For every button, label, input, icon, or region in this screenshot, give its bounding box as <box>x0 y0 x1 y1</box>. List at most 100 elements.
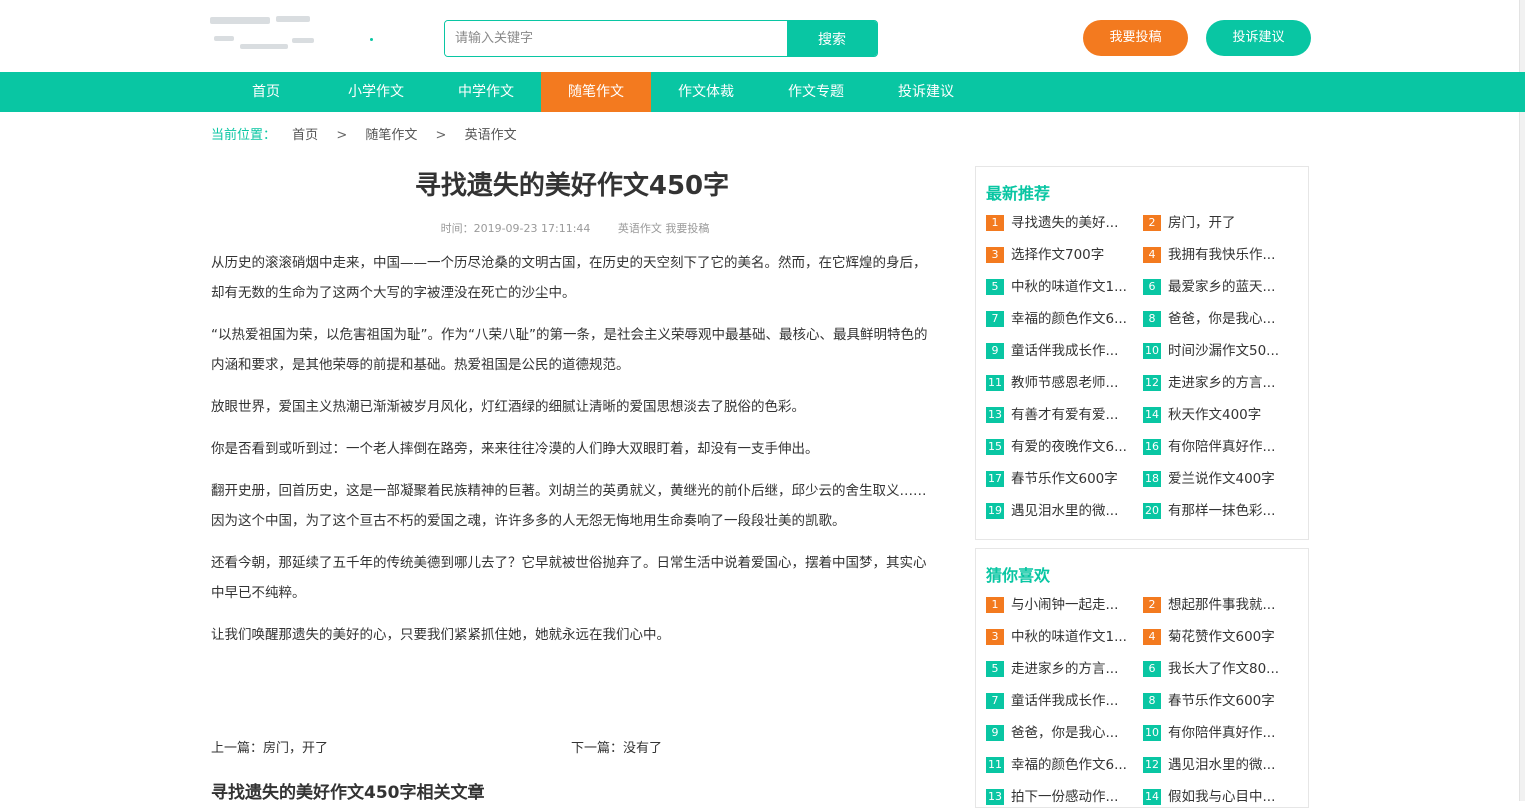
rank-badge: 20 <box>1143 503 1161 519</box>
breadcrumb: 当前位置： 首页 > 随笔作文 > 英语作文 <box>211 124 517 143</box>
breadcrumb-label: 当前位置： <box>211 128 277 143</box>
list-item[interactable]: 6 我长大了作文80... <box>1143 657 1295 679</box>
complaint-button[interactable]: 投诉建议 <box>1206 20 1311 56</box>
search-button[interactable]: 搜索 <box>787 21 877 56</box>
list-item[interactable]: 9 爸爸，你是我心... <box>986 721 1138 743</box>
rank-badge: 4 <box>1143 247 1161 263</box>
site-header: 搜索 我要投稿 投诉建议 <box>0 0 1525 72</box>
list-item[interactable]: 5 中秋的味道作文1... <box>986 275 1138 297</box>
list-item[interactable]: 14 秋天作文400字 <box>1143 403 1295 425</box>
submit-article-button[interactable]: 我要投稿 <box>1083 20 1188 56</box>
item-title: 遇见泪水里的微... <box>1168 757 1276 773</box>
site-logo[interactable] <box>210 14 390 62</box>
breadcrumb-separator: > <box>336 128 348 143</box>
list-item[interactable]: 4 我拥有我快乐作... <box>1143 243 1295 265</box>
list-item[interactable]: 7 幸福的颜色作文6... <box>986 307 1138 329</box>
rank-badge: 2 <box>1143 597 1161 613</box>
latest-recommendations: 最新推荐 1 寻找遗失的美好... 2 房门，开了 3 选择作文700字 4 我拥有我快… <box>975 166 1309 540</box>
rank-badge: 5 <box>986 661 1004 677</box>
rank-badge: 11 <box>986 757 1004 773</box>
article-paragraph: 你是否看到或听到过：一个老人摔倒在路旁，来来往往冷漠的人们睁大双眼盯着，却没有一… <box>211 441 819 457</box>
list-item[interactable]: 10 时间沙漏作文50... <box>1143 339 1295 361</box>
item-title: 我长大了作文80... <box>1168 661 1280 677</box>
list-item[interactable]: 20 有那样一抹色彩... <box>1143 499 1295 521</box>
list-item[interactable]: 1 寻找遗失的美好... <box>986 211 1138 233</box>
nav-topics[interactable]: 作文专题 <box>761 72 871 112</box>
list-item[interactable]: 17 春节乐作文600字 <box>986 467 1138 489</box>
breadcrumb-essays[interactable]: 随笔作文 <box>365 128 417 143</box>
list-item[interactable]: 16 有你陪伴真好作... <box>1143 435 1295 457</box>
rank-badge: 14 <box>1143 407 1161 423</box>
list-item[interactable]: 5 走进家乡的方言... <box>986 657 1138 679</box>
rank-badge: 6 <box>1143 661 1161 677</box>
latest-title: 最新推荐 <box>986 184 1051 203</box>
list-item[interactable]: 9 童话伴我成长作... <box>986 339 1138 361</box>
rank-badge: 3 <box>986 629 1004 645</box>
item-title: 时间沙漏作文50... <box>1168 343 1280 359</box>
list-item[interactable]: 14 假如我与心目中... <box>1143 785 1295 807</box>
main-nav: 首页 小学作文 中学作文 随笔作文 作文体裁 作文专题 投诉建议 <box>0 72 1525 112</box>
item-title: 走进家乡的方言... <box>1011 661 1119 677</box>
list-item[interactable]: 1 与小闹钟一起走... <box>986 593 1138 615</box>
list-item[interactable]: 12 走进家乡的方言... <box>1143 371 1295 393</box>
list-item[interactable]: 6 最爱家乡的蓝天... <box>1143 275 1295 297</box>
item-title: 我拥有我快乐作... <box>1168 247 1276 263</box>
nav-genres[interactable]: 作文体裁 <box>651 72 761 112</box>
item-title: 最爱家乡的蓝天... <box>1168 279 1276 295</box>
item-title: 选择作文700字 <box>1011 247 1105 263</box>
rank-badge: 14 <box>1143 789 1161 805</box>
list-item[interactable]: 4 菊花赞作文600字 <box>1143 625 1295 647</box>
list-item[interactable]: 11 幸福的颜色作文6... <box>986 753 1138 775</box>
article-meta: 时间：2019-09-23 17:11:44 英语作文 我要投稿 <box>211 220 933 236</box>
list-item[interactable]: 7 童话伴我成长作... <box>986 689 1138 711</box>
list-item[interactable]: 15 有爱的夜晚作文6... <box>986 435 1138 457</box>
rank-badge: 12 <box>1143 757 1161 773</box>
nav-essays[interactable]: 随笔作文 <box>541 72 651 112</box>
rank-badge: 8 <box>1143 311 1161 327</box>
item-title: 春节乐作文600字 <box>1011 471 1118 487</box>
list-item[interactable]: 8 爸爸，你是我心... <box>1143 307 1295 329</box>
nav-primary-school[interactable]: 小学作文 <box>321 72 431 112</box>
nav-complaints[interactable]: 投诉建议 <box>871 72 981 112</box>
article-category-link[interactable]: 英语作文 <box>618 222 662 235</box>
article: 寻找遗失的美好作文450字 时间：2019-09-23 17:11:44 英语作… <box>211 160 933 662</box>
rank-badge: 10 <box>1143 725 1161 741</box>
list-item[interactable]: 18 爱兰说作文400字 <box>1143 467 1295 489</box>
list-item[interactable]: 2 房门，开了 <box>1143 211 1295 233</box>
guess-you-like: 猜你喜欢 1 与小闹钟一起走... 2 想起那件事我就... 3 中秋的味道作文1..… <box>975 548 1309 808</box>
list-item[interactable]: 8 春节乐作文600字 <box>1143 689 1295 711</box>
article-paragraph: 翻开史册，回首历史，这是一部凝聚着民族精神的巨著。刘胡兰的英勇就义，黄继光的前仆… <box>211 483 927 529</box>
rank-badge: 5 <box>986 279 1004 295</box>
rank-badge: 10 <box>1143 343 1161 359</box>
list-item[interactable]: 13 拍下一份感动作... <box>986 785 1138 807</box>
article-submit-link[interactable]: 我要投稿 <box>665 222 709 235</box>
item-title: 想起那件事我就... <box>1168 597 1276 613</box>
next-article-link[interactable]: 下一篇：没有了 <box>571 737 662 756</box>
breadcrumb-english[interactable]: 英语作文 <box>465 128 517 143</box>
rank-badge: 2 <box>1143 215 1161 231</box>
breadcrumb-home[interactable]: 首页 <box>292 128 318 143</box>
list-item[interactable]: 3 中秋的味道作文1... <box>986 625 1138 647</box>
list-item[interactable]: 3 选择作文700字 <box>986 243 1138 265</box>
item-title: 爸爸，你是我心... <box>1011 725 1119 741</box>
list-item[interactable]: 2 想起那件事我就... <box>1143 593 1295 615</box>
nav-middle-school[interactable]: 中学作文 <box>431 72 541 112</box>
article-paragraph: 从历史的滚滚硝烟中走来，中国——一个历尽沧桑的文明古国，在历史的天空刻下了它的美… <box>211 255 927 301</box>
guess-title: 猜你喜欢 <box>986 566 1051 585</box>
list-item[interactable]: 12 遇见泪水里的微... <box>1143 753 1295 775</box>
search-input[interactable] <box>445 21 789 56</box>
rank-badge: 7 <box>986 693 1004 709</box>
list-item[interactable]: 13 有善才有爱有爱... <box>986 403 1138 425</box>
list-item[interactable]: 19 遇见泪水里的微... <box>986 499 1138 521</box>
nav-home[interactable]: 首页 <box>211 72 321 112</box>
item-title: 有爱的夜晚作文6... <box>1011 439 1127 455</box>
breadcrumb-separator: > <box>435 128 447 143</box>
list-item[interactable]: 11 教师节感恩老师... <box>986 371 1138 393</box>
list-item[interactable]: 10 有你陪伴真好作... <box>1143 721 1295 743</box>
item-title: 有你陪伴真好作... <box>1168 725 1276 741</box>
article-paragraph: 让我们唤醒那遗失的美好的心，只要我们紧紧抓住她，她就永远在我们心中。 <box>211 627 670 643</box>
item-title: 中秋的味道作文1... <box>1011 279 1127 295</box>
window-scrollbar[interactable] <box>1519 0 1525 801</box>
prev-article-link[interactable]: 上一篇：房门，开了 <box>211 737 328 756</box>
rank-badge: 6 <box>1143 279 1161 295</box>
